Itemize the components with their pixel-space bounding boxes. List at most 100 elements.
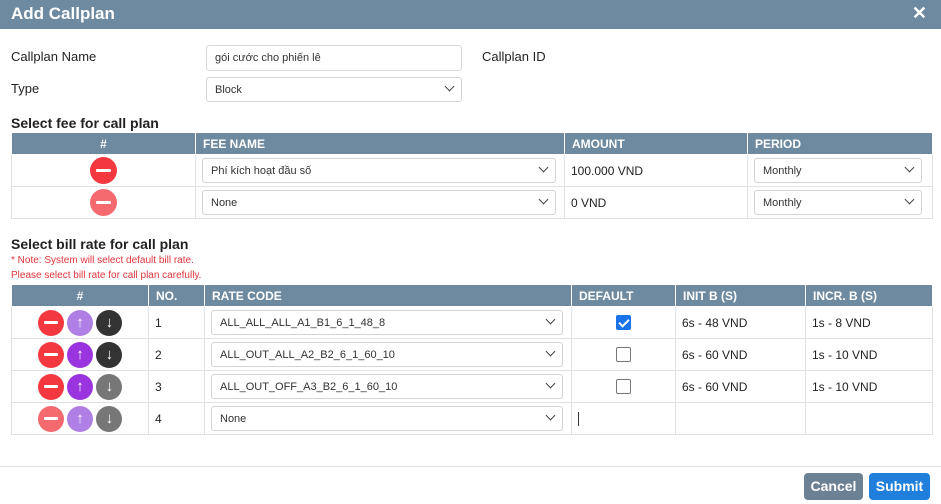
arrow-up-icon: ↑ [76,313,84,331]
arrow-up-icon: ↑ [76,345,84,363]
table-row: None 0 VND Monthly [11,186,933,219]
minus-circle-icon [96,169,111,172]
fee-actions-cell [11,154,196,187]
remove-rate-button[interactable] [37,309,64,336]
fee-col-index: # [11,132,196,155]
bill-no-cell: 4 [148,402,205,435]
default-checkbox[interactable] [616,379,631,395]
close-icon[interactable]: ✕ [912,3,927,24]
type-select[interactable]: Block [206,77,462,102]
fee-col-amount: AMOUNT [564,132,748,155]
rate-code-cell: ALL_ALL_ALL_A1_B1_6_1_48_8 [204,306,572,339]
remove-fee-button[interactable] [90,189,117,216]
init-cell: 6s - 48 VND [675,306,806,339]
incr-cell: 1s - 10 VND [805,370,933,403]
minus-circle-icon [43,416,58,420]
move-up-button[interactable]: ↑ [67,373,93,400]
move-down-button[interactable]: ↓ [96,341,123,368]
arrow-down-icon: ↓ [105,377,114,395]
arrow-down-icon: ↓ [105,345,114,363]
bill-rate-table: # NO. RATE CODE DEFAULT INIT B (S) INCR.… [11,284,933,435]
chevron-down-icon [545,346,556,357]
fee-col-name: FEE NAME [195,132,565,155]
bill-note-1: * Note: System will select default bill … [11,255,194,266]
bill-table-header: # NO. RATE CODE DEFAULT INIT B (S) INCR.… [11,284,933,307]
chevron-down-icon [444,81,455,92]
bill-note-2: Please select bill rate for call plan ca… [11,270,202,281]
move-down-button[interactable]: ↓ [96,405,123,432]
table-row: ↑ ↓ 4 None [11,402,933,435]
fee-period-value: Monthly [763,197,802,209]
fee-period-cell: Monthly [747,154,933,187]
rate-code-value: ALL_ALL_ALL_A1_B1_6_1_48_8 [220,317,386,329]
rate-code-value: ALL_OUT_OFF_A3_B2_6_1_60_10 [220,381,398,393]
fee-period-select[interactable]: Monthly [754,190,922,215]
bill-section-title: Select bill rate for call plan [11,236,189,252]
fee-name-select[interactable]: Phí kích hoạt đầu số [202,158,556,183]
chevron-down-icon [545,314,556,325]
fee-amount-cell: 100.000 VND [564,154,748,187]
chevron-down-icon [904,194,915,205]
chevron-down-icon [545,410,556,421]
dialog-header: Add Callplan ✕ [0,0,941,29]
fee-table: # FEE NAME AMOUNT PERIOD Phí kích hoạt đ… [11,132,933,219]
incr-cell [805,402,933,435]
arrow-down-icon: ↓ [105,313,114,331]
rate-code-select[interactable]: ALL_ALL_ALL_A1_B1_6_1_48_8 [211,310,563,335]
rate-code-value: ALL_OUT_ALL_A2_B2_6_1_60_10 [220,349,395,361]
move-up-button[interactable]: ↑ [67,309,93,336]
minus-circle-icon [43,352,58,356]
move-down-button[interactable]: ↓ [96,373,123,400]
move-up-button[interactable]: ↑ [67,341,93,368]
bill-col-rate-code: RATE CODE [204,284,572,307]
bill-no-cell: 2 [148,338,205,371]
fee-name-select[interactable]: None [202,190,556,215]
minus-circle-icon [96,201,111,204]
chevron-down-icon [904,162,915,173]
chevron-down-icon [538,194,549,205]
bill-col-incr: INCR. B (S) [805,284,933,307]
default-checkbox[interactable] [616,347,631,363]
table-row: ↑ ↓ 1 ALL_ALL_ALL_A1_B1_6_1_48_8 6s - 48… [11,306,933,339]
chevron-down-icon [545,378,556,389]
remove-fee-button[interactable] [90,157,117,184]
footer-divider [0,466,941,467]
remove-rate-button[interactable] [37,373,64,400]
cancel-button[interactable]: Cancel [804,473,863,500]
type-select-value: Block [215,84,242,96]
arrow-up-icon: ↑ [76,409,84,427]
text-cursor [578,411,579,426]
default-cell [571,402,676,435]
incr-cell: 1s - 10 VND [805,338,933,371]
bill-col-no: NO. [148,284,205,307]
default-checkbox[interactable] [616,315,631,331]
table-row: ↑ ↓ 3 ALL_OUT_OFF_A3_B2_6_1_60_10 6s - 6… [11,370,933,403]
callplan-name-input[interactable]: gói cước cho phiến lê [206,45,462,71]
table-row: ↑ ↓ 2 ALL_OUT_ALL_A2_B2_6_1_60_10 6s - 6… [11,338,933,371]
submit-button[interactable]: Submit [869,473,930,500]
remove-rate-button[interactable] [37,405,64,432]
arrow-down-icon: ↓ [105,409,114,427]
chevron-down-icon [538,162,549,173]
move-up-button[interactable]: ↑ [67,405,93,432]
rate-code-select[interactable]: ALL_OUT_ALL_A2_B2_6_1_60_10 [211,342,563,367]
init-cell [675,402,806,435]
bill-col-default: DEFAULT [571,284,676,307]
bill-col-init: INIT B (S) [675,284,806,307]
type-label: Type [11,81,40,96]
remove-rate-button[interactable] [37,341,64,368]
table-row: Phí kích hoạt đầu số 100.000 VND Monthly [11,154,933,187]
bill-no-cell: 1 [148,306,205,339]
dialog-title: Add Callplan [11,4,115,23]
bill-actions-cell: ↑ ↓ [11,402,149,435]
fee-name-cell: None [195,186,565,219]
fee-name-cell: Phí kích hoạt đầu số [195,154,565,187]
move-down-button[interactable]: ↓ [96,309,123,336]
fee-period-select[interactable]: Monthly [754,158,922,183]
rate-code-select[interactable]: None [211,406,563,431]
incr-cell: 1s - 8 VND [805,306,933,339]
fee-table-header: # FEE NAME AMOUNT PERIOD [11,132,933,155]
bill-actions-cell: ↑ ↓ [11,306,149,339]
bill-col-index: # [11,284,149,307]
rate-code-select[interactable]: ALL_OUT_OFF_A3_B2_6_1_60_10 [211,374,563,399]
